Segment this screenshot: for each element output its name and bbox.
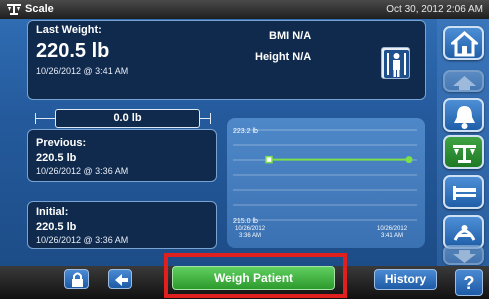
patient-height-icon[interactable] bbox=[381, 47, 410, 79]
previous-timestamp: 10/26/2012 @ 3:36 AM bbox=[36, 166, 129, 176]
help-button[interactable]: ? bbox=[455, 269, 483, 296]
initial-timestamp: 10/26/2012 @ 3:36 AM bbox=[36, 235, 129, 245]
alarm-button[interactable] bbox=[443, 98, 484, 132]
home-button[interactable] bbox=[443, 26, 484, 60]
last-weight-timestamp: 10/26/2012 @ 3:41 AM bbox=[36, 66, 129, 76]
scale-button[interactable] bbox=[443, 135, 484, 169]
previous-value: 220.5 lb bbox=[36, 152, 77, 164]
home-icon bbox=[451, 31, 478, 57]
last-weight-label: Last Weight: bbox=[36, 24, 102, 36]
up-arrow-icon bbox=[453, 76, 476, 90]
scale-icon bbox=[453, 145, 476, 163]
scale-app-icon bbox=[7, 4, 21, 15]
down-arrow-icon bbox=[453, 250, 476, 263]
lock-icon bbox=[72, 272, 83, 287]
last-weight-value: 220.5 lb bbox=[36, 40, 110, 62]
weigh-patient-button[interactable]: Weigh Patient bbox=[172, 266, 335, 290]
chart-point bbox=[265, 155, 273, 164]
bed-icon bbox=[453, 186, 476, 200]
weight-trend-chart: 223.2 lb 215.0 lb 10/26/2012 3:36 AM 10/26/2… bbox=[227, 118, 425, 248]
lock-button[interactable] bbox=[64, 269, 89, 289]
bell-icon bbox=[454, 106, 475, 129]
bed-button[interactable] bbox=[443, 175, 484, 209]
diff-line-left bbox=[35, 118, 55, 119]
title-bar: Scale Oct 30, 2012 2:06 AM bbox=[0, 0, 489, 19]
scroll-up-button[interactable] bbox=[443, 70, 484, 92]
clock-datetime: Oct 30, 2012 2:06 AM bbox=[386, 4, 483, 15]
last-weight-panel: Last Weight: 220.5 lb 10/26/2012 @ 3:41 … bbox=[27, 20, 426, 100]
weight-difference: 0.0 lb bbox=[55, 109, 200, 128]
height-value: Height N/A bbox=[255, 51, 312, 63]
chart-x-time-label: 3:36 AM bbox=[239, 233, 261, 239]
history-button[interactable]: History bbox=[374, 269, 437, 290]
chart-x-time-label: 3:41 AM bbox=[381, 233, 403, 239]
chart-point bbox=[405, 156, 413, 164]
chart-x-date-label: 10/26/2012 bbox=[377, 226, 408, 232]
bmi-value: BMI N/A bbox=[269, 30, 312, 42]
back-button[interactable] bbox=[108, 269, 132, 289]
diff-bracket-right bbox=[210, 113, 211, 124]
scroll-down-button[interactable] bbox=[443, 245, 484, 265]
patient-turn-icon bbox=[453, 225, 476, 241]
chart-y-max-label: 223.2 lb bbox=[233, 128, 258, 135]
side-nav bbox=[437, 19, 489, 266]
chart-x-date-label: 10/26/2012 bbox=[235, 226, 266, 232]
previous-label: Previous: bbox=[36, 137, 87, 149]
chart-y-min-label: 215.0 lb bbox=[233, 218, 258, 225]
page-title: Scale bbox=[25, 3, 54, 15]
turn-assist-button[interactable] bbox=[443, 215, 484, 249]
initial-weight-panel: Initial: 220.5 lb 10/26/2012 @ 3:36 AM bbox=[27, 201, 217, 249]
initial-value: 220.5 lb bbox=[36, 221, 77, 233]
initial-label: Initial: bbox=[36, 206, 69, 218]
chart-canvas: 223.2 lb215.0 lb10/26/20123:36 AM10/26/2… bbox=[233, 128, 417, 239]
previous-weight-panel: Previous: 220.5 lb 10/26/2012 @ 3:36 AM bbox=[27, 129, 217, 182]
back-arrow-icon bbox=[115, 274, 128, 286]
